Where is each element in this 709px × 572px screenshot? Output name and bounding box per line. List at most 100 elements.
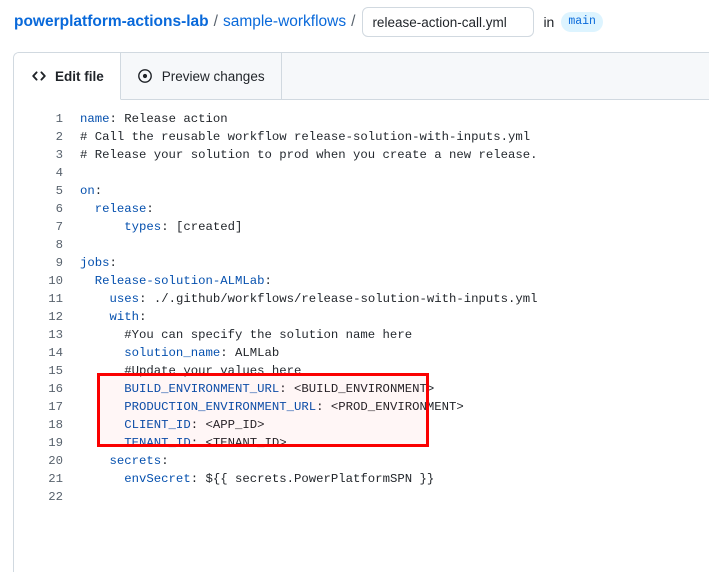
code-token: uses — [110, 292, 140, 306]
code-line: 18 CLIENT_ID: <APP_ID> — [14, 416, 709, 434]
code-token: : — [161, 454, 168, 468]
code-token: : ./.github/workflows/release-solution-w… — [139, 292, 537, 306]
code-token — [80, 292, 110, 306]
code-token — [80, 274, 95, 288]
code-lines-container: 1name: Release action2# Call the reusabl… — [14, 110, 709, 506]
line-number: 2 — [14, 128, 80, 146]
line-content: BUILD_ENVIRONMENT_URL: <BUILD_ENVIRONMEN… — [80, 380, 434, 398]
code-line: 15 #Update your values here — [14, 362, 709, 380]
branch-badge: main — [561, 12, 603, 32]
line-number: 10 — [14, 272, 80, 290]
breadcrumb-folder-link[interactable]: sample-workflows — [223, 13, 346, 31]
code-line: 4 — [14, 164, 709, 182]
line-content: types: [created] — [80, 218, 242, 236]
code-token: with — [110, 310, 140, 324]
code-token: : — [146, 202, 153, 216]
code-line: 3# Release your solution to prod when yo… — [14, 146, 709, 164]
code-token — [80, 310, 110, 324]
code-line: 5on: — [14, 182, 709, 200]
code-token: # Release your solution to prod when you… — [80, 148, 538, 162]
code-token — [80, 382, 124, 396]
code-token: # Call the reusable workflow release-sol… — [80, 130, 530, 144]
code-token — [80, 346, 124, 360]
code-token — [80, 328, 124, 342]
line-number: 8 — [14, 236, 80, 254]
code-token: : Release action — [110, 112, 228, 126]
code-token: : <PROD_ENVIRONMENT> — [316, 400, 464, 414]
code-token: on — [80, 184, 95, 198]
line-number: 11 — [14, 290, 80, 308]
code-editor[interactable]: 1name: Release action2# Call the reusabl… — [14, 100, 709, 570]
code-line: 1name: Release action — [14, 110, 709, 128]
code-token: solution_name — [124, 346, 220, 360]
editor-tabbar: Edit file Preview changes — [14, 53, 709, 100]
line-content: release: — [80, 200, 154, 218]
code-line: 2# Call the reusable workflow release-so… — [14, 128, 709, 146]
line-number: 1 — [14, 110, 80, 128]
line-content: jobs: — [80, 254, 117, 272]
in-label: in — [543, 14, 554, 30]
code-icon — [30, 68, 47, 85]
line-number: 5 — [14, 182, 80, 200]
code-token — [80, 454, 110, 468]
code-token: : ${{ secrets.PowerPlatformSPN }} — [191, 472, 435, 486]
eye-icon — [137, 68, 154, 85]
code-token: : [created] — [161, 220, 242, 234]
code-token: PRODUCTION_ENVIRONMENT_URL — [124, 400, 316, 414]
line-content: PRODUCTION_ENVIRONMENT_URL: <PROD_ENVIRO… — [80, 398, 464, 416]
code-token: jobs — [80, 256, 110, 270]
code-token: #Update your values here — [124, 364, 301, 378]
code-line: 17 PRODUCTION_ENVIRONMENT_URL: <PROD_ENV… — [14, 398, 709, 416]
code-token: : — [265, 274, 272, 288]
tab-edit-file[interactable]: Edit file — [14, 53, 121, 100]
breadcrumb: powerplatform-actions-lab / sample-workf… — [0, 0, 709, 44]
code-line: 11 uses: ./.github/workflows/release-sol… — [14, 290, 709, 308]
line-content: Release-solution-ALMLab: — [80, 272, 272, 290]
line-content: CLIENT_ID: <APP_ID> — [80, 416, 265, 434]
line-content: on: — [80, 182, 102, 200]
code-token: name — [80, 112, 110, 126]
code-token: : ALMLab — [220, 346, 279, 360]
code-token: : — [95, 184, 102, 198]
code-line: 9jobs: — [14, 254, 709, 272]
line-number: 16 — [14, 380, 80, 398]
line-number: 20 — [14, 452, 80, 470]
filename-input[interactable] — [362, 7, 534, 37]
code-line: 16 BUILD_ENVIRONMENT_URL: <BUILD_ENVIRON… — [14, 380, 709, 398]
code-token: envSecret — [124, 472, 190, 486]
code-token — [80, 364, 124, 378]
code-line: 13 #You can specify the solution name he… — [14, 326, 709, 344]
code-token — [80, 220, 124, 234]
breadcrumb-separator-2: / — [351, 13, 355, 31]
code-token — [80, 436, 124, 450]
code-token — [80, 418, 124, 432]
line-number: 19 — [14, 434, 80, 452]
line-number: 15 — [14, 362, 80, 380]
line-content: #You can specify the solution name here — [80, 326, 412, 344]
code-token — [80, 202, 95, 216]
line-number: 3 — [14, 146, 80, 164]
code-token: BUILD_ENVIRONMENT_URL — [124, 382, 279, 396]
code-token: : <APP_ID> — [191, 418, 265, 432]
line-content: # Release your solution to prod when you… — [80, 146, 538, 164]
code-line: 10 Release-solution-ALMLab: — [14, 272, 709, 290]
tab-edit-file-label: Edit file — [55, 69, 104, 84]
code-line: 14 solution_name: ALMLab — [14, 344, 709, 362]
code-token: types — [124, 220, 161, 234]
breadcrumb-repo-link[interactable]: powerplatform-actions-lab — [14, 13, 209, 31]
code-token: Release-solution-ALMLab — [95, 274, 265, 288]
code-line: 21 envSecret: ${{ secrets.PowerPlatformS… — [14, 470, 709, 488]
line-content: uses: ./.github/workflows/release-soluti… — [80, 290, 538, 308]
line-number: 18 — [14, 416, 80, 434]
code-line: 19 TENANT_ID: <TENANT_ID> — [14, 434, 709, 452]
line-number: 17 — [14, 398, 80, 416]
code-token: : — [110, 256, 117, 270]
code-token: #You can specify the solution name here — [124, 328, 412, 342]
line-content: #Update your values here — [80, 362, 301, 380]
line-number: 13 — [14, 326, 80, 344]
tab-preview-changes[interactable]: Preview changes — [121, 53, 282, 99]
code-line: 8 — [14, 236, 709, 254]
line-number: 6 — [14, 200, 80, 218]
code-line: 20 secrets: — [14, 452, 709, 470]
line-number: 12 — [14, 308, 80, 326]
